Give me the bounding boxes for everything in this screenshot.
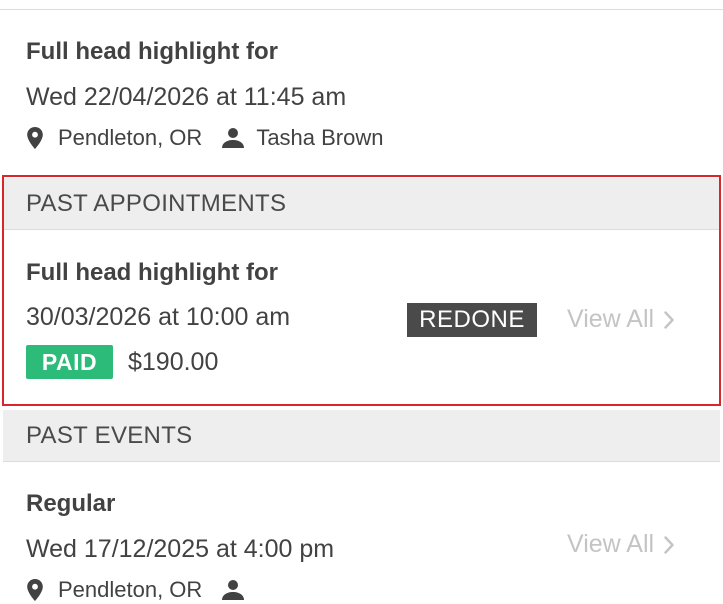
person-icon [222,127,245,149]
staff-name: Tasha Brown [256,125,384,150]
top-divider [0,9,723,10]
location-pin-icon [26,579,44,601]
location-text: Pendleton, OR [58,577,203,602]
past-event-card[interactable]: Regular Wed 17/12/2025 at 4:00 pm Pendle… [26,490,334,604]
chevron-right-icon [664,535,674,554]
event-datetime: Wed 17/12/2025 at 4:00 pm [26,535,335,563]
view-all-past-events-button[interactable]: View All [567,530,674,559]
past-events-header: PAST EVENTS [3,410,720,462]
view-all-label: View All [567,530,655,558]
appointment-title: Full head highlight for [26,38,278,65]
highlight-box [2,175,721,406]
event-title: Regular [26,490,116,517]
location-pin-icon [26,127,44,149]
location-text: Pendleton, OR [58,125,203,150]
upcoming-appointment-card[interactable]: Full head highlight for Wed 22/04/2026 a… [26,38,384,152]
person-icon [222,579,245,601]
appointment-meta: Pendleton, OR Tasha Brown [26,124,384,152]
event-meta: Pendleton, OR [26,576,334,604]
appointment-datetime: Wed 22/04/2026 at 11:45 am [26,83,347,111]
